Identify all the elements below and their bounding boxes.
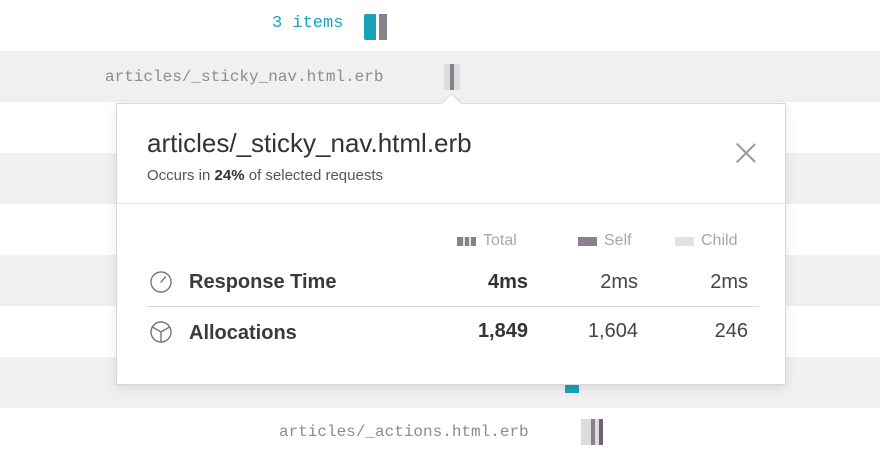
legend-child-label: Child bbox=[701, 232, 738, 249]
occurs-text: Occurs in 24% of selected requests bbox=[147, 167, 383, 184]
file-row-bar[interactable] bbox=[581, 419, 603, 445]
speedometer-icon bbox=[150, 271, 172, 293]
item-count-bar[interactable] bbox=[364, 14, 387, 40]
legend-child: Child bbox=[675, 232, 737, 250]
metric-label-response-time: Response Time bbox=[189, 271, 337, 293]
legend-total: Total bbox=[457, 232, 517, 250]
bar-self-segment bbox=[364, 14, 376, 40]
metric-self: 2ms bbox=[600, 271, 638, 293]
metric-child: 246 bbox=[714, 320, 748, 342]
bar-child-segment bbox=[379, 14, 387, 40]
pie-chart-icon bbox=[150, 321, 172, 343]
occurs-suffix: of selected requests bbox=[248, 167, 383, 184]
bar-self-segment bbox=[599, 419, 603, 445]
legend-self: Self bbox=[578, 232, 632, 250]
metric-child: 2ms bbox=[710, 271, 748, 293]
detail-popover: articles/_sticky_nav.html.erb Occurs in … bbox=[116, 92, 786, 385]
file-row-label[interactable]: articles/_sticky_nav.html.erb bbox=[105, 68, 383, 86]
close-icon[interactable] bbox=[735, 142, 757, 164]
self-swatch-icon bbox=[578, 236, 597, 246]
legend-total-label: Total bbox=[483, 232, 517, 249]
file-row-bar[interactable] bbox=[444, 64, 460, 90]
child-swatch-icon bbox=[675, 236, 694, 246]
metric-separator bbox=[147, 306, 759, 307]
legend-self-label: Self bbox=[604, 232, 632, 249]
occurs-prefix: Occurs in bbox=[147, 167, 211, 184]
metric-total: 4ms bbox=[487, 271, 528, 293]
bar-child-segment bbox=[454, 64, 460, 90]
item-count-label[interactable]: 3 items bbox=[272, 14, 343, 33]
metric-self: 1,604 bbox=[587, 320, 638, 342]
bar-child-segment bbox=[581, 419, 591, 445]
metric-total: 1,849 bbox=[477, 320, 528, 342]
partial-bar bbox=[565, 384, 579, 393]
file-row-label[interactable]: articles/_actions.html.erb bbox=[279, 423, 529, 441]
popover-divider bbox=[117, 203, 785, 204]
total-swatch-icon bbox=[457, 236, 476, 246]
occurs-percentage: 24% bbox=[214, 167, 245, 184]
metric-label-allocations: Allocations bbox=[189, 322, 297, 344]
popover-title: articles/_sticky_nav.html.erb bbox=[147, 128, 472, 158]
